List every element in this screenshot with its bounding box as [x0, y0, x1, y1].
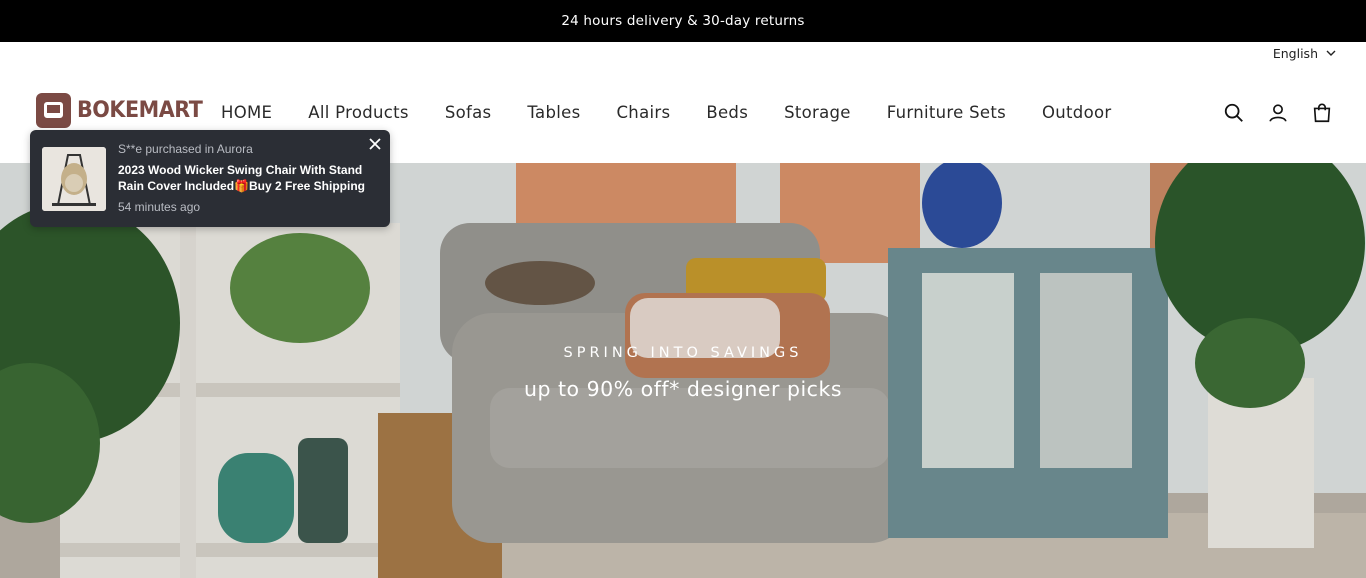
swing-chair-image: [42, 147, 106, 211]
toast-time-ago: 54 minutes ago: [118, 200, 201, 214]
language-selector[interactable]: English: [1273, 44, 1336, 62]
hero-eyebrow: SPRING INTO SAVINGS: [563, 345, 803, 361]
search-icon[interactable]: [1223, 102, 1245, 124]
toast-buyer-location: S**e purchased in Aurora: [118, 142, 253, 156]
chevron-down-icon: [1326, 50, 1336, 56]
nav-item-all-products[interactable]: All Products: [308, 103, 409, 122]
brand-name: BOKEMART: [77, 98, 203, 123]
language-label: English: [1272, 45, 1318, 61]
product-thumbnail[interactable]: [42, 147, 106, 211]
brand-logo[interactable]: BOKEMART: [36, 93, 210, 128]
nav-item-beds[interactable]: Beds: [706, 103, 748, 122]
close-icon[interactable]: [368, 137, 382, 151]
nav-item-home[interactable]: HOME: [221, 103, 272, 122]
nav-item-furniture-sets[interactable]: Furniture Sets: [887, 103, 1006, 122]
nav-item-outdoor[interactable]: Outdoor: [1042, 103, 1111, 122]
nav-item-chairs[interactable]: Chairs: [616, 103, 670, 122]
announcement-bar: 24 hours delivery & 30-day returns: [0, 0, 1366, 42]
nav-item-sofas[interactable]: Sofas: [445, 103, 492, 122]
announcement-text: 24 hours delivery & 30-day returns: [561, 13, 805, 29]
toast-product-title[interactable]: 2023 Wood Wicker Swing Chair With Stand …: [118, 162, 366, 194]
header-icons: [1223, 102, 1333, 124]
armchair-logo-icon: [36, 93, 71, 128]
nav-item-tables[interactable]: Tables: [527, 103, 580, 122]
hero-headline: up to 90% off* designer picks: [523, 377, 843, 401]
main-nav: HOME All Products Sofas Tables Chairs Be…: [221, 103, 1147, 122]
nav-item-storage[interactable]: Storage: [784, 103, 851, 122]
cart-icon[interactable]: [1311, 102, 1333, 124]
account-icon[interactable]: [1267, 102, 1289, 124]
purchase-notification[interactable]: S**e purchased in Aurora 2023 Wood Wicke…: [30, 130, 390, 227]
